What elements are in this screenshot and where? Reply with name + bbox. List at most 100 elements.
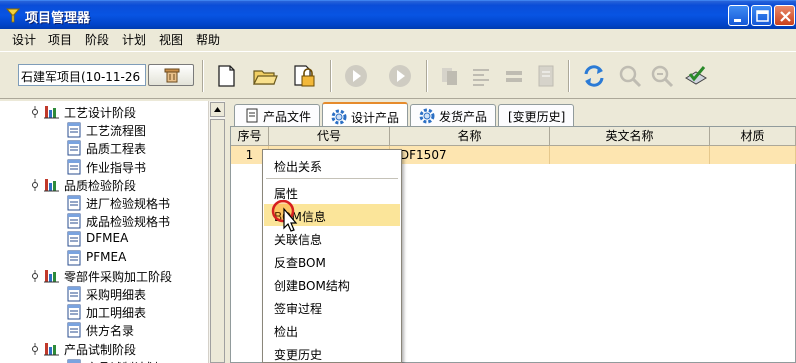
tree-node-document[interactable]: 工艺流程图 (0, 121, 208, 139)
tree-scrollbar[interactable] (208, 101, 225, 363)
tree-toggle-icon[interactable] (29, 104, 41, 120)
tree-toggle-icon[interactable] (29, 177, 41, 193)
mouse-cursor-icon (271, 200, 298, 232)
menu-project[interactable]: 项目 (48, 31, 72, 48)
tree-node-stage[interactable]: 产品试制阶段 (0, 340, 208, 358)
tree-node-label: 产品试制计划 (86, 359, 158, 363)
tree-node-label: PFMEA (86, 249, 127, 264)
window-title: 项目管理器 (25, 11, 91, 26)
column-header-english-name[interactable]: 英文名称 (550, 127, 710, 146)
minimize-button[interactable] (728, 5, 749, 26)
menu-help[interactable]: 帮助 (196, 31, 220, 48)
toolbar-separator (568, 60, 570, 92)
column-header-material[interactable]: 材质 (710, 127, 796, 146)
play-disabled-icon[interactable] (342, 62, 370, 90)
column-header-index[interactable]: 序号 (231, 127, 269, 146)
context-menu-item-label: 检出 (274, 325, 299, 339)
gear-icon (331, 109, 347, 125)
context-menu-item-label: 创建BOM结构 (274, 279, 350, 293)
tree-node-document[interactable]: 进厂检验规格书 (0, 194, 208, 212)
tree-node-stage[interactable]: 工艺设计阶段 (0, 103, 208, 121)
tree-node-stage[interactable]: 品质检验阶段 (0, 176, 208, 194)
context-menu-item[interactable]: 反查BOM (264, 250, 400, 272)
tab-strip: 产品文件 设计产品 发货产品 [变更历史] (230, 102, 796, 126)
menu-view[interactable]: 视图 (159, 31, 183, 48)
cell-material (710, 146, 796, 164)
close-icon (780, 11, 791, 22)
refresh-icon[interactable] (580, 62, 608, 90)
document-icon (67, 322, 81, 338)
tab-label: 发货产品 (439, 110, 488, 124)
project-selector-field[interactable]: 石建军项目(10-11-26 (18, 64, 146, 86)
tab-product-files[interactable]: 产品文件 (234, 104, 320, 126)
context-menu-item-label: 反查BOM (274, 256, 326, 270)
table-header: 序号 代号 名称 英文名称 材质 (231, 127, 796, 146)
tab-change-history[interactable]: [变更历史] (498, 104, 574, 126)
project-tree: 工艺设计阶段 工艺流程图 品质工程表 作业指导书品质检验阶段 进厂检验规格书 成品检验规格… (0, 101, 208, 363)
document-disabled-icon[interactable] (532, 62, 560, 90)
tree-node-document[interactable]: 采购明细表 (0, 285, 208, 303)
tree-node-document[interactable]: 品质工程表 (0, 139, 208, 157)
menu-plan[interactable]: 计划 (122, 31, 146, 48)
tree-node-label: 供方名录 (86, 324, 135, 339)
document-icon (246, 108, 258, 123)
tree-toggle-icon[interactable] (29, 268, 41, 284)
list-disabled-icon[interactable] (500, 62, 528, 90)
document-icon (67, 231, 81, 247)
tree-node-label: 工艺设计阶段 (64, 106, 137, 120)
maximize-button[interactable] (751, 5, 772, 26)
scroll-up-button[interactable] (210, 102, 225, 117)
document-icon (67, 159, 81, 175)
tree-node-label: 产品试制阶段 (64, 342, 137, 357)
align-left-disabled-icon[interactable] (468, 62, 496, 90)
project-manager-window: 项目管理器 设计 项目 阶段 计划 视图 帮助 石建军项目(10-11-26 工… (0, 0, 796, 363)
tree-node-document[interactable]: DFMEA (0, 230, 208, 248)
step-disabled-icon[interactable] (386, 62, 414, 90)
maximize-icon (756, 10, 769, 22)
context-menu-separator (266, 178, 398, 179)
gear-icon (419, 108, 435, 124)
title-bar[interactable]: 项目管理器 (0, 0, 796, 29)
tree-node-document[interactable]: 加工明细表 (0, 303, 208, 321)
cell-name: FDF1507 (390, 146, 550, 164)
column-header-code[interactable]: 代号 (269, 127, 390, 146)
tree-node-label: 品质检验阶段 (64, 178, 137, 193)
tree-node-document[interactable]: PFMEA (0, 249, 208, 267)
tree-node-document[interactable]: 供方名录 (0, 321, 208, 339)
new-document-icon[interactable] (212, 62, 240, 90)
scroll-thumb[interactable] (210, 119, 225, 363)
search-disabled-icon[interactable] (616, 62, 644, 90)
project-browse-button[interactable] (148, 64, 194, 86)
column-header-name[interactable]: 名称 (390, 127, 550, 146)
context-menu-item[interactable]: 变更历史 (264, 342, 400, 363)
open-folder-icon[interactable] (251, 62, 279, 90)
locked-document-icon[interactable] (290, 62, 318, 90)
toolbar-separator (202, 60, 204, 92)
tree-node-stage[interactable]: 零部件采购加工阶段 (0, 267, 208, 285)
tree-node-document[interactable]: 作业指导书 (0, 158, 208, 176)
tree-node-document[interactable]: 产品试制计划 (0, 358, 208, 363)
document-icon (67, 304, 81, 320)
menu-stage[interactable]: 阶段 (85, 31, 109, 48)
check-stamp-icon[interactable] (682, 62, 710, 90)
tab-shipped-products[interactable]: 发货产品 (410, 104, 496, 126)
tab-design-products[interactable]: 设计产品 (322, 102, 408, 126)
minimize-icon (734, 19, 741, 22)
context-menu-item[interactable]: 创建BOM结构 (264, 273, 400, 295)
tree-node-document[interactable]: 成品检验规格书 (0, 212, 208, 230)
context-menu-item[interactable]: 签审过程 (264, 296, 400, 318)
bin-icon (164, 68, 180, 83)
menu-design[interactable]: 设计 (12, 31, 36, 48)
search-minus-disabled-icon[interactable] (648, 62, 676, 90)
stage-icon (44, 269, 59, 283)
stage-icon (44, 106, 59, 119)
stage-icon (44, 178, 59, 192)
close-button[interactable] (774, 5, 795, 26)
context-menu-item[interactable]: 检出关系 (264, 154, 400, 176)
tree-toggle-icon[interactable] (29, 341, 41, 357)
app-logo-icon (5, 8, 21, 23)
context-menu-item-label: 变更历史 (274, 348, 323, 362)
copy-disabled-icon[interactable] (436, 62, 464, 90)
context-menu-item[interactable]: 检出 (264, 319, 400, 341)
tree-node-label: 加工明细表 (86, 306, 147, 321)
